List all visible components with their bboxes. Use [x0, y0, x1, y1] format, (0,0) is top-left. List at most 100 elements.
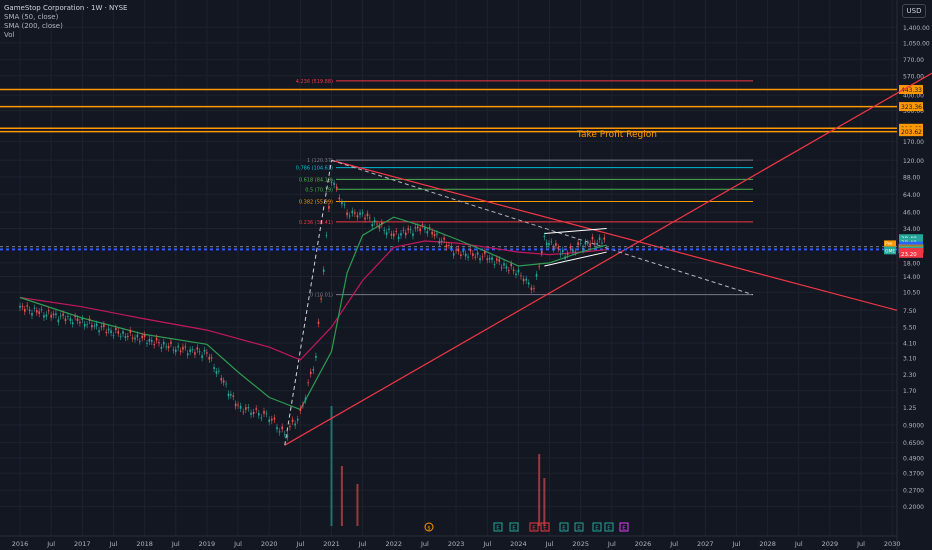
candle-body	[424, 227, 426, 230]
candle-body	[105, 331, 108, 334]
candle-body	[239, 405, 242, 409]
candle-body	[315, 355, 317, 358]
candle-body	[43, 315, 45, 318]
candle-body	[335, 186, 338, 189]
candle-body	[83, 323, 86, 327]
candle-body	[373, 220, 376, 223]
candle-body	[286, 434, 289, 438]
y-tick-label: 1.70	[903, 388, 917, 395]
y-tick-label: 0.4900	[903, 455, 924, 462]
y-tick-label: 770.00	[903, 57, 924, 64]
candle-body	[457, 248, 460, 252]
candle-body	[412, 233, 414, 237]
y-tick-label: 2.30	[903, 372, 917, 379]
sma200-legend[interactable]: SMA (200, close)	[4, 22, 127, 31]
candle-body	[222, 380, 225, 383]
candle-body	[127, 335, 129, 338]
y-tick-label: 64.00	[903, 192, 920, 199]
candle-body	[484, 251, 486, 254]
candle-body	[469, 249, 472, 252]
candle-body	[38, 311, 40, 314]
candle-body	[584, 242, 587, 245]
sma50-legend[interactable]: SMA (50, close)	[4, 13, 127, 22]
candle-body	[452, 253, 455, 256]
candle-body	[381, 222, 383, 225]
event-marker-label: E	[562, 526, 566, 532]
candle-body	[341, 201, 343, 205]
candle-body	[93, 325, 96, 327]
candle-body	[270, 418, 273, 421]
candle-body	[508, 270, 510, 271]
x-tick-label: Jul	[732, 540, 741, 548]
candle-body	[594, 242, 596, 244]
candle-body	[81, 318, 84, 320]
candle-body	[455, 249, 457, 251]
x-tick-label: Jul	[233, 540, 242, 548]
y-tick-label: 0.9000	[903, 423, 924, 430]
candle-body	[194, 352, 196, 355]
x-tick-label: 2029	[822, 540, 839, 548]
candle-body	[86, 324, 88, 326]
candle-body	[103, 324, 105, 327]
candle-body	[260, 417, 263, 419]
x-tick-label: Jul	[607, 540, 616, 548]
candle-body	[21, 306, 24, 307]
candle-body	[112, 335, 115, 337]
candle-body	[436, 233, 438, 235]
candle-body	[312, 369, 315, 371]
fib-level-label: 0.5 (70.19)	[305, 187, 333, 193]
candle-body	[586, 242, 589, 244]
candle-body	[416, 226, 419, 229]
candle-body	[35, 310, 38, 313]
candle-body	[184, 346, 187, 348]
x-tick-label: 2023	[448, 540, 465, 548]
candle-body	[304, 397, 307, 401]
candle-body	[162, 341, 165, 345]
candle-body	[245, 407, 247, 410]
candle-body	[158, 342, 160, 344]
candle-body	[474, 256, 477, 258]
candle-body	[294, 423, 296, 426]
x-tick-label: 2021	[323, 540, 340, 548]
x-tick-label: 2019	[199, 540, 216, 548]
candle-body	[393, 233, 395, 237]
candle-body	[361, 212, 364, 214]
candle-body	[545, 242, 548, 246]
candle-body	[28, 309, 31, 312]
candle-body	[74, 316, 76, 318]
y-tick-label: 3.10	[903, 356, 917, 363]
candle-body	[281, 426, 283, 430]
volume-bar	[543, 478, 546, 526]
candle-body	[172, 349, 175, 351]
candle-body	[395, 231, 397, 232]
x-tick-label: 2020	[261, 540, 278, 548]
currency-button[interactable]: USD	[902, 4, 926, 18]
candle-body	[131, 337, 134, 339]
candle-body	[155, 337, 158, 341]
candle-body	[179, 350, 182, 352]
x-tick-label: Jul	[482, 540, 491, 548]
candle-body	[557, 247, 560, 249]
candle-body	[328, 206, 330, 209]
y-tick-label: 18.00	[903, 260, 920, 267]
candle-body	[359, 212, 361, 215]
price-chart[interactable]: 1,400.001,050.00770.00570.00400.00300.00…	[0, 0, 932, 550]
candle-body	[189, 349, 191, 353]
resistance-trendline	[331, 159, 898, 311]
pre-badge-label: Pre	[885, 241, 892, 247]
candle-body	[160, 346, 163, 349]
candle-body	[591, 236, 594, 240]
candle-body	[440, 240, 443, 242]
candle-body	[47, 310, 50, 312]
candle-body	[596, 242, 599, 246]
candle-body	[141, 335, 144, 339]
volume-legend[interactable]: Vol	[4, 31, 127, 40]
candle-body	[215, 371, 218, 374]
candle-body	[110, 330, 112, 334]
candle-body	[232, 395, 235, 397]
candle-body	[237, 404, 239, 406]
target-level-label: 323.36	[901, 104, 922, 111]
volume-bar	[538, 454, 541, 526]
candle-body	[117, 331, 120, 334]
event-marker-label: E	[595, 526, 599, 532]
